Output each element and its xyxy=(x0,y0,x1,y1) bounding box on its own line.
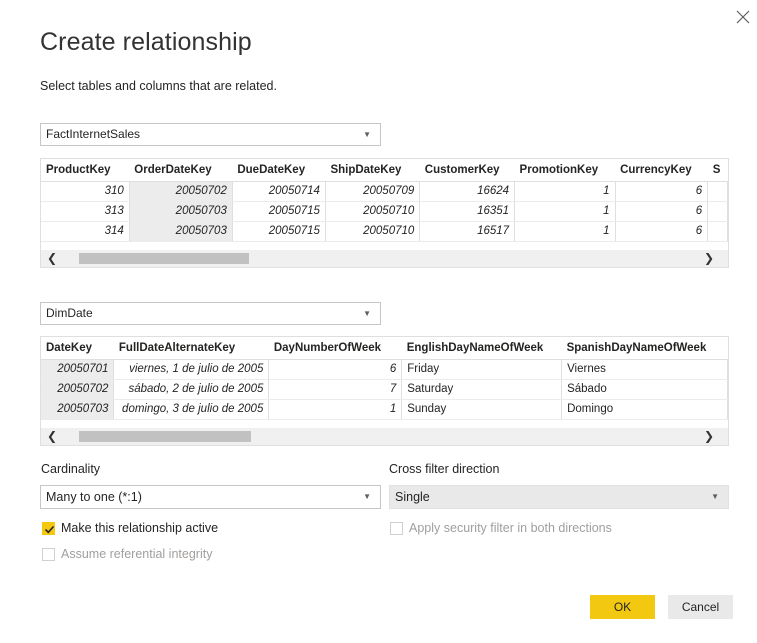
table-cell[interactable] xyxy=(707,201,728,222)
column-header[interactable]: PromotionKey xyxy=(514,159,616,182)
close-icon[interactable] xyxy=(736,10,754,28)
table-cell[interactable]: Saturday xyxy=(401,379,563,400)
column-header[interactable]: DateKey xyxy=(41,337,114,360)
table-cell[interactable]: Viernes xyxy=(561,359,728,380)
table-cell[interactable]: Sábado xyxy=(561,379,728,400)
horizontal-scrollbar[interactable]: ❮ ❯ xyxy=(41,250,728,267)
table-cell[interactable]: 16624 xyxy=(419,181,516,202)
table-cell[interactable]: 20050710 xyxy=(325,201,421,222)
column-header[interactable]: EnglishDayNameOfWeek xyxy=(401,337,562,360)
horizontal-scrollbar[interactable]: ❮ ❯ xyxy=(41,428,728,445)
table-cell[interactable]: Friday xyxy=(401,359,563,380)
checkbox-icon xyxy=(42,547,55,561)
table-cell[interactable] xyxy=(707,221,728,242)
cross-filter-label: Cross filter direction xyxy=(389,462,500,476)
chevron-down-icon: ▼ xyxy=(711,492,719,501)
table-cell[interactable]: 1 xyxy=(268,399,403,420)
scroll-right-icon[interactable]: ❯ xyxy=(704,429,714,443)
column-header[interactable]: S xyxy=(707,159,728,182)
cross-filter-select[interactable]: Single ▼ xyxy=(389,485,729,509)
table2-select-value: DimDate xyxy=(46,306,93,320)
chevron-down-icon: ▼ xyxy=(363,130,371,139)
table-cell[interactable]: 1 xyxy=(514,221,616,242)
table-cell[interactable]: 310 xyxy=(41,181,130,202)
table-cell[interactable]: 20050703 xyxy=(129,221,233,242)
cardinality-value: Many to one (*:1) xyxy=(46,490,142,504)
create-relationship-dialog: Create relationship Select tables and co… xyxy=(0,0,757,643)
table-cell[interactable]: Sunday xyxy=(401,399,563,420)
table-cell[interactable]: 6 xyxy=(615,201,709,222)
table-cell[interactable]: 20050703 xyxy=(41,399,115,420)
column-header[interactable]: CurrencyKey xyxy=(615,159,708,182)
table-cell[interactable]: 6 xyxy=(615,221,709,242)
scrollbar-thumb[interactable] xyxy=(79,253,249,264)
column-header[interactable]: FullDateAlternateKey xyxy=(113,337,269,360)
table-cell[interactable]: sábado, 2 de julio de 2005 xyxy=(113,379,270,400)
table-cell[interactable]: domingo, 3 de julio de 2005 xyxy=(113,399,270,420)
table-cell[interactable]: 20050702 xyxy=(41,379,115,400)
scroll-left-icon[interactable]: ❮ xyxy=(47,429,57,443)
table-cell[interactable]: 20050702 xyxy=(129,181,233,202)
column-header[interactable]: ShipDateKey xyxy=(325,159,420,182)
table-row: 313 20050703 20050715 20050710 16351 1 6 xyxy=(41,201,728,222)
table-row: 20050701 viernes, 1 de julio de 2005 6 F… xyxy=(41,359,728,380)
table-cell[interactable]: 6 xyxy=(268,359,403,380)
column-header[interactable]: DueDateKey xyxy=(232,159,326,182)
security-filter-label: Apply security filter in both directions xyxy=(409,521,612,535)
table-cell[interactable]: viernes, 1 de julio de 2005 xyxy=(113,359,270,380)
chevron-down-icon: ▼ xyxy=(363,309,371,318)
table-cell[interactable]: 20050709 xyxy=(325,181,421,202)
ok-button[interactable]: OK xyxy=(590,595,655,619)
cardinality-label: Cardinality xyxy=(41,462,101,476)
table-cell[interactable] xyxy=(707,181,728,202)
column-header[interactable]: SpanishDayNameOfWeek xyxy=(561,337,728,360)
scrollbar-thumb[interactable] xyxy=(79,431,251,442)
make-active-label: Make this relationship active xyxy=(61,521,219,535)
security-filter-checkbox: Apply security filter in both directions xyxy=(390,521,612,535)
referential-integrity-checkbox: Assume referential integrity xyxy=(42,547,212,561)
table-cell[interactable]: 16351 xyxy=(419,201,516,222)
chevron-down-icon: ▼ xyxy=(363,492,371,501)
make-active-checkbox[interactable]: Make this relationship active xyxy=(42,521,218,535)
table2-select[interactable]: DimDate ▼ xyxy=(40,302,381,325)
cancel-button[interactable]: Cancel xyxy=(668,595,733,619)
referential-integrity-label: Assume referential integrity xyxy=(61,547,213,561)
column-header[interactable]: DayNumberOfWeek xyxy=(268,337,402,360)
scroll-right-icon[interactable]: ❯ xyxy=(704,251,714,265)
cross-filter-value: Single xyxy=(395,490,430,504)
table-cell[interactable]: 314 xyxy=(41,221,130,242)
checkbox-checked-icon xyxy=(42,521,55,535)
table-cell[interactable]: 1 xyxy=(514,201,616,222)
table-cell[interactable]: 20050701 xyxy=(41,359,115,380)
table-row: 20050702 sábado, 2 de julio de 2005 7 Sa… xyxy=(41,379,728,400)
table-cell[interactable]: 20050703 xyxy=(129,201,233,222)
table-cell[interactable]: 7 xyxy=(268,379,403,400)
table-cell[interactable]: 1 xyxy=(514,181,616,202)
column-header[interactable]: CustomerKey xyxy=(419,159,515,182)
table-cell[interactable]: 16517 xyxy=(419,221,516,242)
table-cell[interactable]: 20050714 xyxy=(232,181,326,202)
column-header[interactable]: OrderDateKey xyxy=(129,159,233,182)
table-cell[interactable]: 20050715 xyxy=(232,201,326,222)
table-row: 310 20050702 20050714 20050709 16624 1 6 xyxy=(41,181,728,202)
dialog-subtitle: Select tables and columns that are relat… xyxy=(40,79,277,93)
cardinality-select[interactable]: Many to one (*:1) ▼ xyxy=(40,485,381,509)
table-cell[interactable]: 20050710 xyxy=(325,221,421,242)
table-cell[interactable]: 20050715 xyxy=(232,221,326,242)
table-cell[interactable]: Domingo xyxy=(561,399,728,420)
checkbox-icon xyxy=(390,521,403,535)
table-row: 20050703 domingo, 3 de julio de 2005 1 S… xyxy=(41,399,728,420)
dialog-title: Create relationship xyxy=(40,28,252,56)
table-cell[interactable]: 6 xyxy=(615,181,709,202)
table1-select[interactable]: FactInternetSales ▼ xyxy=(40,123,381,146)
table1-preview-grid[interactable]: ProductKey OrderDateKey DueDateKey ShipD… xyxy=(40,158,729,268)
table1-select-value: FactInternetSales xyxy=(46,127,141,141)
table2-preview-grid[interactable]: DateKey FullDateAlternateKey DayNumberOf… xyxy=(40,336,729,446)
table-cell[interactable]: 313 xyxy=(41,201,130,222)
table-row: 314 20050703 20050715 20050710 16517 1 6 xyxy=(41,221,728,242)
column-header[interactable]: ProductKey xyxy=(41,159,130,182)
scroll-left-icon[interactable]: ❮ xyxy=(47,251,57,265)
